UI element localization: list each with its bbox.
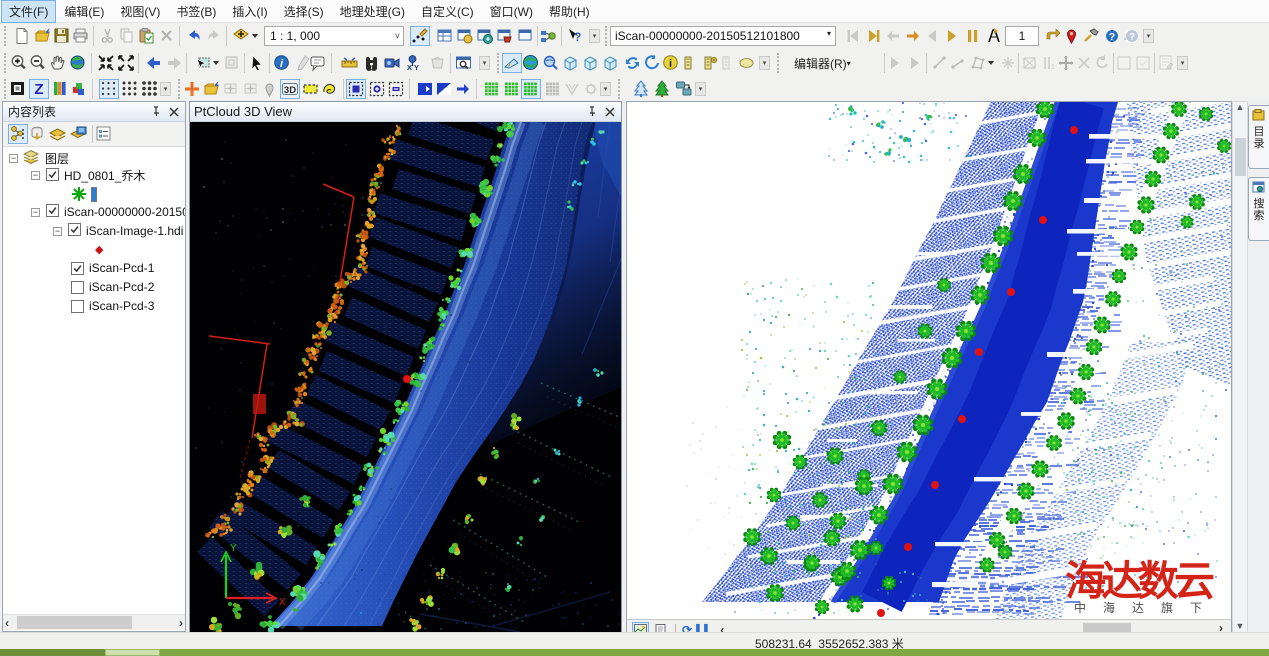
svg-text:Z: Z	[34, 81, 43, 98]
svg-text:?: ?	[1129, 31, 1135, 43]
svg-text:3D: 3D	[284, 85, 296, 96]
svg-text:Y: Y	[414, 63, 419, 72]
svg-text:X: X	[279, 597, 286, 608]
svg-text:?: ?	[1109, 31, 1115, 43]
svg-text:海达数云: 海达数云	[1065, 558, 1215, 604]
svg-text:中海达旗下: 中海达旗下	[1074, 600, 1219, 615]
svg-text:X: X	[407, 63, 412, 72]
svg-text:1: 1	[1051, 64, 1055, 71]
svg-text:?: ?	[574, 30, 581, 44]
svg-text:i: i	[669, 58, 672, 70]
svg-text:Y: Y	[230, 543, 237, 554]
